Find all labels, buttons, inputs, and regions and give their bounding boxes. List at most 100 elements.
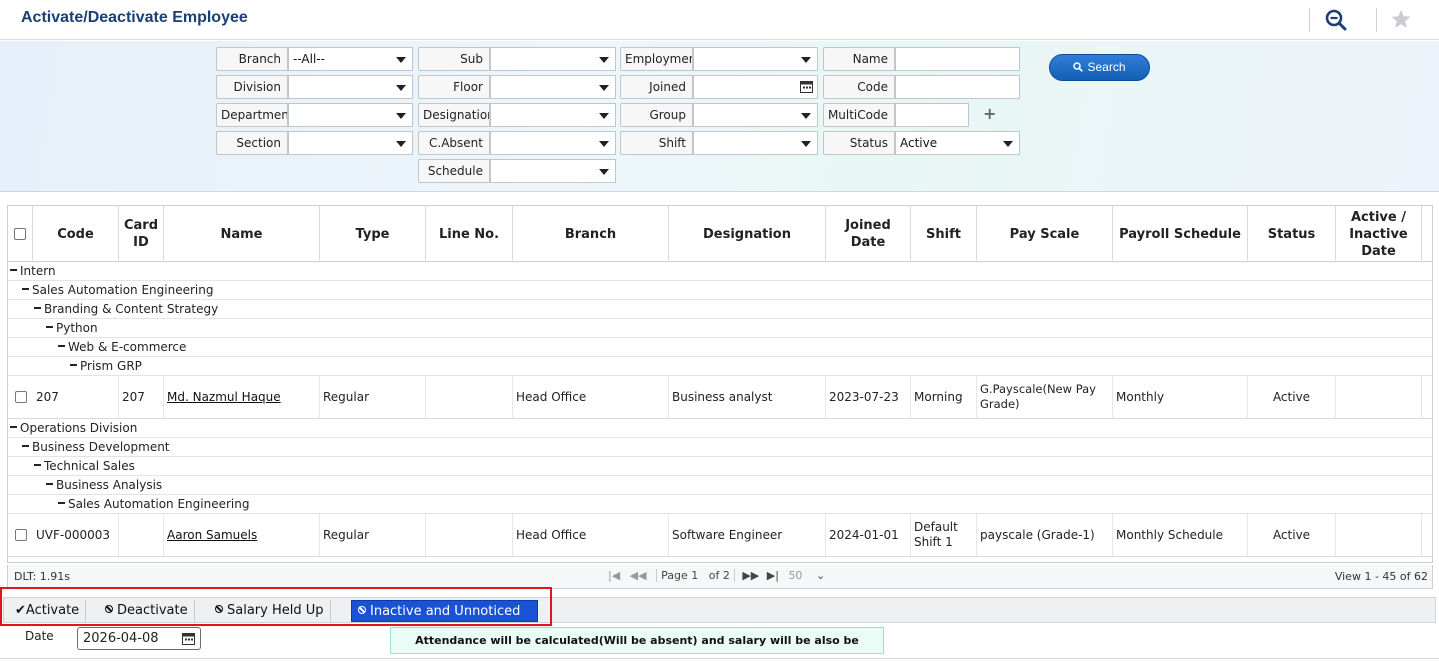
cell-active-inactive-date [1336, 376, 1422, 418]
status-select[interactable]: Active [895, 131, 1020, 155]
group-row[interactable]: Prism GRP [8, 357, 1432, 376]
designation-select[interactable] [490, 103, 616, 127]
page-of: of 2 [708, 569, 730, 582]
floor-select[interactable] [490, 75, 616, 99]
division-select[interactable] [288, 75, 413, 99]
col-payroll-schedule[interactable]: Payroll Schedule [1113, 206, 1248, 262]
col-active-inactive-date[interactable]: Active / Inactive Date [1336, 206, 1422, 262]
collapse-icon[interactable] [10, 426, 17, 428]
calendar-icon[interactable] [182, 632, 195, 645]
group-row[interactable]: Operations Division [8, 419, 1432, 438]
page-size-select[interactable]: 50 [788, 569, 802, 582]
group-row[interactable]: Intern [8, 262, 1432, 281]
group-row[interactable]: Business Development [8, 438, 1432, 457]
collapse-icon[interactable] [22, 445, 29, 447]
group-row[interactable]: Python [8, 319, 1432, 338]
page-box: Page 1 of 2 [656, 569, 735, 582]
col-card-id[interactable]: Card ID [119, 206, 164, 262]
floor-label: Floor [418, 75, 490, 99]
division-label: Division [216, 75, 288, 99]
collapse-icon[interactable] [58, 502, 65, 504]
cell-payroll-schedule: Monthly [1113, 376, 1248, 418]
date-value: 2026-04-08 [83, 631, 159, 646]
group-row[interactable]: Sales Automation Engineering [8, 281, 1432, 300]
group-row[interactable]: Branding & Content Strategy [8, 300, 1432, 319]
page-input[interactable]: 1 [691, 569, 698, 582]
sub-select[interactable] [490, 47, 616, 71]
col-shift[interactable]: Shift [911, 206, 977, 262]
row-checkbox[interactable] [14, 529, 27, 541]
search-button-label: Search [1087, 60, 1126, 74]
calendar-icon[interactable] [800, 80, 813, 93]
branch-select[interactable]: --All-- [288, 47, 413, 71]
divider [0, 658, 1439, 659]
employee-name-link[interactable]: Md. Nazmul Haque [167, 390, 281, 405]
employment-select[interactable] [693, 47, 818, 71]
collapse-icon[interactable] [46, 483, 53, 485]
group-label: Web & E-commerce [68, 340, 187, 354]
group-row[interactable]: Business Analysis [8, 476, 1432, 495]
col-pay-scale[interactable]: Pay Scale [977, 206, 1113, 262]
group-label: Sales Automation Engineering [32, 283, 214, 297]
group-row[interactable]: Technical Sales [8, 457, 1432, 476]
collapse-icon[interactable] [70, 364, 77, 366]
group-select[interactable] [693, 103, 818, 127]
next-page-icon[interactable]: ▶▶ [742, 569, 759, 582]
add-multicode-icon[interactable]: + [983, 104, 996, 123]
collapse-icon[interactable] [10, 269, 17, 271]
zoom-out-icon[interactable] [1325, 9, 1347, 31]
col-joined-date[interactable]: Joined Date [826, 206, 911, 262]
employee-name-link[interactable]: Aaron Samuels [167, 528, 257, 543]
code-label: Code [823, 75, 895, 99]
group-label: Business Analysis [56, 478, 163, 492]
shift-select[interactable] [693, 131, 818, 155]
table-row[interactable]: UVF-000003 Aaron Samuels Regular Head Of… [8, 514, 1432, 557]
collapse-icon[interactable] [22, 288, 29, 290]
cell-joined-date: 2024-01-01 [826, 514, 911, 556]
col-code[interactable]: Code [33, 206, 119, 262]
schedule-select[interactable] [490, 159, 616, 183]
col-status[interactable]: Status [1248, 206, 1336, 262]
select-all-checkbox[interactable] [14, 228, 26, 240]
row-checkbox-cell [8, 514, 33, 556]
cell-payroll-schedule: Monthly Schedule [1113, 514, 1248, 556]
collapse-icon[interactable] [46, 326, 53, 328]
cell-name: Aaron Samuels [164, 514, 320, 556]
col-name[interactable]: Name [164, 206, 320, 262]
prev-page-icon[interactable]: ◀◀ [630, 569, 647, 582]
collapse-icon[interactable] [34, 307, 41, 309]
load-time: DLT: 1.91s [14, 570, 71, 583]
star-icon[interactable] [1390, 8, 1412, 30]
col-branch[interactable]: Branch [513, 206, 669, 262]
multicode-input[interactable] [895, 103, 969, 127]
row-checkbox[interactable] [14, 391, 27, 403]
joined-date-input[interactable] [693, 75, 818, 99]
cell-joined-date: 2023-07-23 [826, 376, 911, 418]
shift-label: Shift [620, 131, 693, 155]
notice-message: Attendance will be calculated(Will be ab… [390, 627, 884, 661]
last-page-icon[interactable]: ▶| [767, 569, 779, 582]
code-input[interactable] [895, 75, 1020, 99]
cell-active-inactive-date [1336, 514, 1422, 556]
select-all-cell [8, 206, 33, 262]
col-line-no[interactable]: Line No. [426, 206, 513, 262]
col-designation[interactable]: Designation [669, 206, 826, 262]
group-row[interactable]: Sales Automation Engineering [8, 495, 1432, 514]
collapse-icon[interactable] [58, 345, 65, 347]
collapse-icon[interactable] [34, 464, 41, 466]
search-button[interactable]: Search [1049, 54, 1150, 81]
table-row[interactable]: 207 207 Md. Nazmul Haque Regular Head Of… [8, 376, 1432, 419]
filter-panel: Branch --All-- Sub Employmen Name Divisi… [0, 41, 1439, 192]
header-divider [1376, 8, 1377, 32]
section-select[interactable] [288, 131, 413, 155]
cell-code: UVF-000003 [33, 514, 119, 556]
name-input[interactable] [895, 47, 1020, 71]
cell-designation: Software Engineer [669, 514, 826, 556]
chevron-down-icon[interactable]: ⌄ [816, 569, 825, 582]
col-type[interactable]: Type [320, 206, 426, 262]
date-input[interactable]: 2026-04-08 [77, 627, 201, 650]
department-select[interactable] [288, 103, 413, 127]
cabsent-select[interactable] [490, 131, 616, 155]
group-row[interactable]: Web & E-commerce [8, 338, 1432, 357]
first-page-icon[interactable]: |◀ [608, 569, 620, 582]
